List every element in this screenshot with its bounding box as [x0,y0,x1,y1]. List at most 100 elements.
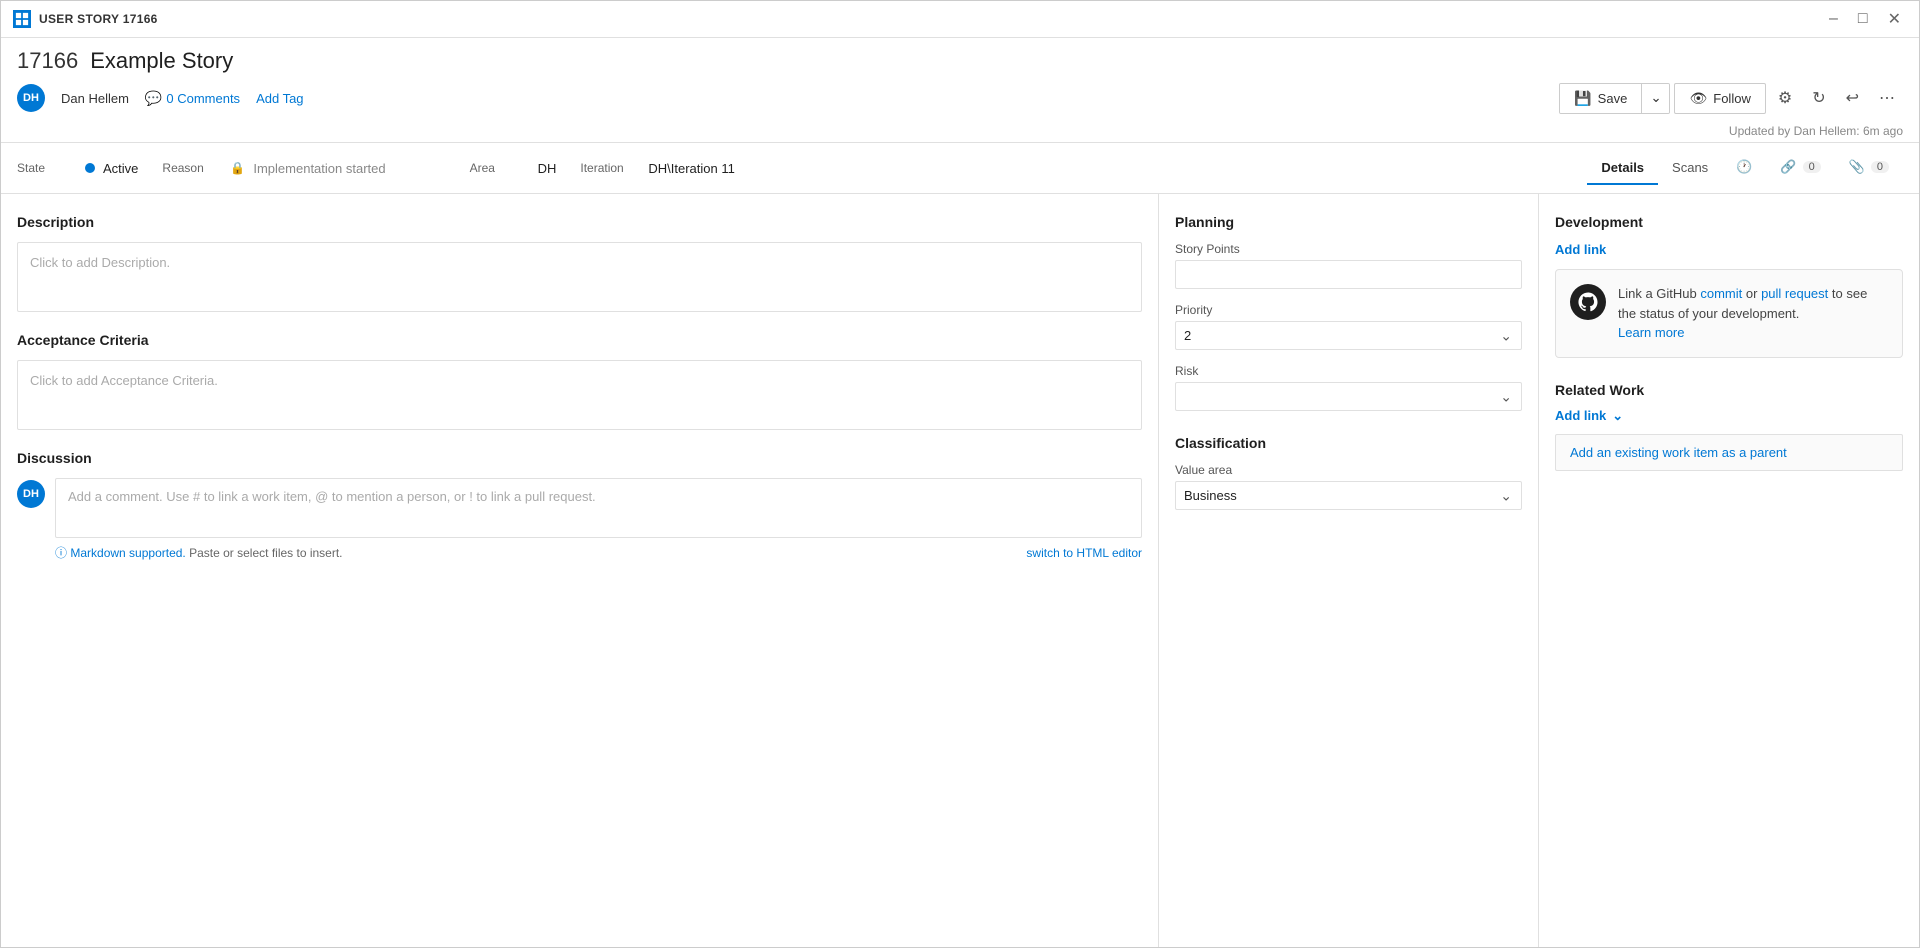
description-input[interactable]: Click to add Description. [17,242,1142,312]
tab-attachments[interactable]: 📎 0 [1835,151,1903,185]
more-options-button[interactable]: ⋯ [1871,82,1903,114]
header-meta: DH Dan Hellem 💬 0 Comments Add Tag 💾 Sav… [17,82,1903,122]
acceptance-criteria-title: Acceptance Criteria [17,332,1142,348]
save-dropdown-button[interactable]: ⌄ [1641,84,1669,113]
pull-request-link[interactable]: pull request [1761,286,1828,301]
title-bar: USER STORY 17166 ‒ □ ✕ [1,1,1919,38]
add-link-dropdown[interactable]: Add link ⌄ [1555,408,1903,424]
link-icon: 🔗 [1780,159,1796,175]
markdown-note: ⓘ Markdown supported. Paste or select fi… [55,544,343,561]
story-id: 17166 [17,48,78,74]
description-section: Description Click to add Description. [17,214,1142,312]
area-value: DH [538,161,557,176]
value-area-label: Value area [1175,463,1522,477]
classification-section: Classification Value area Business Archi… [1175,435,1522,510]
comments-link[interactable]: 💬 0 Comments [145,90,240,107]
risk-select-wrapper: 1 - Critical 2 - High 3 - Medium 4 - Low [1175,382,1522,411]
learn-more-link[interactable]: Learn more [1618,325,1684,340]
refresh-button[interactable]: ↻ [1804,82,1833,114]
paste-note: Paste or select files to insert. [189,546,342,560]
priority-select[interactable]: 1 2 3 4 [1175,321,1522,350]
risk-select[interactable]: 1 - Critical 2 - High 3 - Medium 4 - Low [1175,382,1522,411]
state-label: State [17,161,77,175]
or-text: or [1742,286,1761,301]
iteration-value: DH\Iteration 11 [648,161,734,176]
discussion-title: Discussion [17,450,1142,466]
header: 17166 Example Story DH Dan Hellem 💬 0 Co… [1,38,1919,143]
add-existing-work-item-link[interactable]: Add an existing work item as a parent [1555,434,1903,471]
story-title-row: 17166 Example Story [17,48,1903,74]
area-label: Area [470,161,530,175]
add-link-dropdown-label: Add link [1555,408,1606,423]
comments-count: 0 Comments [166,91,240,106]
risk-field: Risk 1 - Critical 2 - High 3 - Medium 4 … [1175,364,1522,411]
planning-section: Planning Story Points Priority 1 2 3 4 [1175,214,1522,411]
tab-history[interactable]: 🕐 [1722,151,1766,185]
links-count: 0 [1803,161,1821,173]
chevron-down-icon: ⌄ [1612,408,1623,424]
description-title: Description [17,214,1142,230]
reason-label: Reason [162,161,222,175]
middle-panel: Planning Story Points Priority 1 2 3 4 [1159,194,1539,947]
classification-title: Classification [1175,435,1522,451]
state-indicator [85,163,95,173]
updated-text: Updated by Dan Hellem: 6m ago [1729,124,1903,138]
github-logo [1570,284,1606,320]
minimize-button[interactable]: ‒ [1823,7,1844,31]
attachment-icon: 📎 [1849,159,1865,175]
story-name: Example Story [90,48,233,74]
value-area-select-wrapper: Business Architectural [1175,481,1522,510]
state-field-group: State Active [17,161,138,176]
follow-label: Follow [1713,91,1751,106]
risk-label: Risk [1175,364,1522,378]
priority-select-wrapper: 1 2 3 4 [1175,321,1522,350]
planning-title: Planning [1175,214,1522,230]
eye-icon: 👁 [1689,90,1707,107]
tab-links[interactable]: 🔗 0 [1766,151,1834,185]
acceptance-criteria-input[interactable]: Click to add Acceptance Criteria. [17,360,1142,430]
follow-button[interactable]: 👁 Follow [1674,83,1765,114]
story-points-input[interactable] [1175,260,1522,289]
iteration-field-group: Iteration DH\Iteration 11 [580,161,734,176]
author-name: Dan Hellem [61,91,129,106]
info-icon: ⓘ [55,546,67,560]
switch-editor-link[interactable]: switch to HTML editor [1026,546,1142,560]
undo-button[interactable]: ↩ [1838,82,1867,114]
related-work-section: Related Work Add link ⌄ Add an existing … [1555,382,1903,471]
tab-details[interactable]: Details [1587,152,1658,185]
history-icon: 🕐 [1736,159,1752,175]
markdown-link[interactable]: Markdown supported. [70,546,185,560]
save-button[interactable]: 💾 Save [1560,84,1641,113]
add-tag-button[interactable]: Add Tag [256,91,303,106]
scans-tab-label: Scans [1672,160,1708,175]
app-icon [13,10,31,28]
commit-link[interactable]: commit [1700,286,1742,301]
comment-footer: ⓘ Markdown supported. Paste or select fi… [55,544,1142,561]
details-tab-label: Details [1601,160,1644,175]
add-link-button[interactable]: Add link [1555,242,1606,257]
save-label: Save [1598,91,1628,106]
github-description: Link a GitHub commit or pull request to … [1618,284,1888,343]
close-button[interactable]: ✕ [1882,7,1907,31]
area-field-group: Area DH [470,161,557,176]
reason-field-group: Reason 🔒 Implementation started [162,161,385,176]
discussion-section: Discussion DH Add a comment. Use # to li… [17,450,1142,561]
attachments-count: 0 [1871,161,1889,173]
save-button-group: 💾 Save ⌄ [1559,83,1670,114]
lock-icon: 🔒 [230,161,245,175]
story-points-label: Story Points [1175,242,1522,256]
story-points-field: Story Points [1175,242,1522,289]
maximize-button[interactable]: □ [1852,7,1874,31]
tab-scans[interactable]: Scans [1658,152,1722,185]
left-panel: Description Click to add Description. Ac… [1,194,1159,947]
iteration-label: Iteration [580,161,640,175]
priority-label: Priority [1175,303,1522,317]
development-title: Development [1555,214,1903,230]
priority-field: Priority 1 2 3 4 [1175,303,1522,350]
value-area-select[interactable]: Business Architectural [1175,481,1522,510]
comment-input[interactable]: Add a comment. Use # to link a work item… [55,478,1142,538]
right-panel: Development Add link Link a GitHub commi… [1539,194,1919,947]
author-avatar: DH [17,84,45,112]
save-icon: 💾 [1574,90,1591,107]
settings-button[interactable]: ⚙ [1770,82,1800,114]
